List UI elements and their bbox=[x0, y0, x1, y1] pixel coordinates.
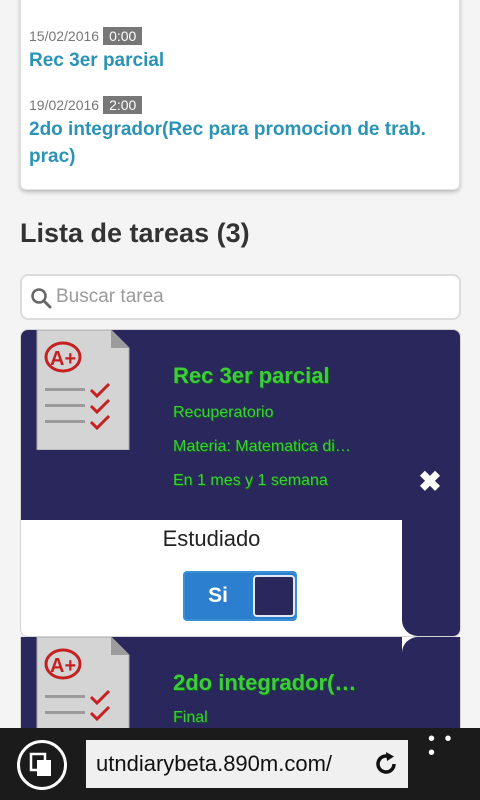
studied-toggle[interactable]: Si bbox=[183, 571, 297, 621]
toggle-knob[interactable] bbox=[253, 575, 295, 617]
svg-text:A+: A+ bbox=[50, 348, 76, 370]
event-time-badge: 2:00 bbox=[103, 96, 143, 114]
task-card: A+ Rec 3er parcial Recuperatorio Materia… bbox=[20, 329, 461, 637]
task-type: Recuperatorio bbox=[173, 404, 274, 421]
task-type: Final bbox=[173, 709, 208, 726]
delete-task-button[interactable]: ✖ bbox=[413, 465, 447, 499]
task-title: 2do integrador(… bbox=[173, 670, 357, 695]
task-due: En 1 mes y 1 semana bbox=[173, 472, 328, 489]
event-time-badge: 0:00 bbox=[103, 27, 143, 45]
task-list-title: Lista de tareas (3) bbox=[20, 218, 250, 248]
toggle-on-label: Si bbox=[208, 584, 228, 607]
more-options-button[interactable]: • • • bbox=[428, 729, 460, 763]
event-date: 15/02/2016 bbox=[29, 28, 100, 44]
event-title-link[interactable]: 2do integrador(Rec para promocion de tra… bbox=[29, 116, 449, 170]
event-title-link[interactable]: Rec 3er parcial bbox=[29, 47, 164, 74]
url-text: utndiarybeta.890m.com/ bbox=[96, 751, 333, 776]
tabs-icon bbox=[29, 752, 51, 776]
task-subject: Materia: Matematica di… bbox=[173, 438, 351, 455]
graded-document-icon: A+ bbox=[36, 330, 130, 450]
event-date: 19/02/2016 bbox=[29, 97, 100, 113]
url-field[interactable]: utndiarybeta.890m.com/ bbox=[86, 740, 408, 788]
event-item[interactable]: 15/02/2016 0:00 Rec 3er parcial bbox=[29, 27, 164, 74]
studied-label: Estudiado bbox=[162, 526, 261, 551]
search-icon bbox=[31, 288, 52, 309]
search-box[interactable] bbox=[20, 274, 461, 320]
page: 15/02/2016 0:00 Rec 3er parcial 19/02/201… bbox=[0, 0, 480, 800]
task-header[interactable]: A+ Rec 3er parcial Recuperatorio Materia… bbox=[21, 330, 402, 520]
events-card: 15/02/2016 0:00 Rec 3er parcial 19/02/201… bbox=[20, 0, 460, 190]
tabs-button[interactable] bbox=[17, 740, 67, 790]
browser-address-bar: utndiarybeta.890m.com/ • • • bbox=[0, 728, 480, 800]
task-side-panel: ✖ bbox=[402, 330, 460, 636]
search-input[interactable] bbox=[56, 284, 446, 310]
event-item[interactable]: 19/02/2016 2:00 2do integrador(Rec para p… bbox=[29, 96, 449, 170]
task-title: Rec 3er parcial bbox=[173, 363, 330, 388]
svg-text:A+: A+ bbox=[50, 655, 76, 677]
refresh-icon[interactable] bbox=[372, 750, 400, 778]
